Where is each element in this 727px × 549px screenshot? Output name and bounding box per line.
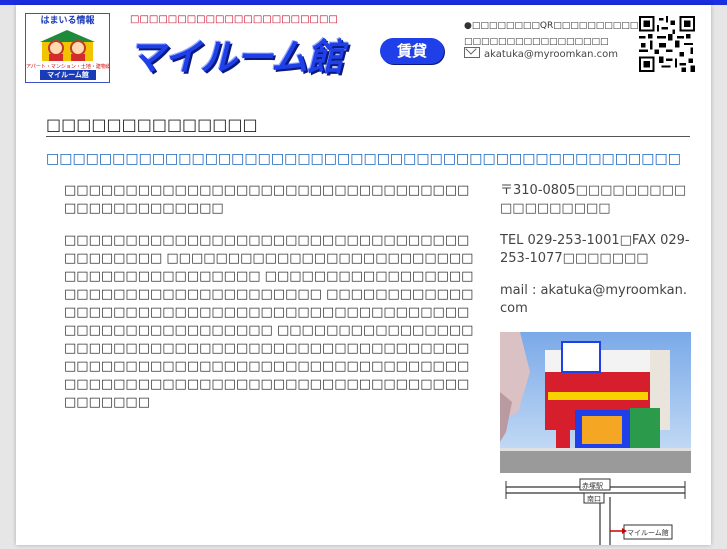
- site-title[interactable]: マイルーム館: [128, 27, 344, 81]
- logo-mascot-icon: [40, 30, 95, 61]
- header-email[interactable]: akatuka@myroomkan.com: [484, 49, 618, 60]
- sidebar-address: 〒310-0805□□□□□□□□□□□□□□□□□□: [500, 183, 687, 216]
- logo-top-text: はまいる情報: [40, 16, 95, 26]
- page-container: はまいる情報 アパート・マンション・土地・建物総合ショップ マイルーム館 □□□…: [16, 5, 711, 545]
- mail-icon: [464, 47, 480, 58]
- main-body: □□□□□□□□□□□□□□□□□□□□□□□□□□□□□□□□□□□□□□□□…: [64, 182, 474, 426]
- logo-brand: マイルーム館: [40, 70, 96, 80]
- rental-badge: 賃貸: [380, 38, 444, 64]
- sidebar-tel-fax: TEL 029-253-1001□FAX 029-253-1077□□□□□□□: [500, 233, 690, 266]
- qr-note: ●□□□□□□□□QR□□□□□□□□□□URL□□□□ □□□□□□□□□□□…: [464, 21, 691, 47]
- page-heading: □□□□□□□□□□□□□□: [46, 115, 690, 137]
- store-photo: [500, 332, 691, 473]
- sidebar: 〒310-0805□□□□□□□□□□□□□□□□□□ TEL 029-253-…: [500, 182, 692, 332]
- header-email-row[interactable]: akatuka@myroomkan.com: [464, 47, 618, 60]
- map-label-shop: マイルーム館: [627, 529, 669, 537]
- qr-code-icon: [639, 16, 695, 72]
- body-paragraph-2: □□□□□□□□□□□□□□□□□□□□□□□□□□□□□□□□□□□□□□□□…: [64, 233, 474, 410]
- sidebar-mail[interactable]: mail : akatuka@myroomkan.com: [500, 282, 692, 318]
- map-label-crossing: 赤塚駅: [582, 482, 603, 490]
- access-map: 赤塚駅 南口 マイルーム館: [500, 473, 691, 545]
- body-paragraph-1: □□□□□□□□□□□□□□□□□□□□□□□□□□□□□□□□□□□□□□□□…: [64, 183, 470, 216]
- page-subheading: □□□□□□□□□□□□□□□□□□□□□□□□□□□□□□□□□□□□□□□□…: [46, 151, 681, 167]
- header-tagline: □□□□□□□□□□□□□□□□□□□□□□: [130, 14, 338, 25]
- site-logo[interactable]: はまいる情報 アパート・マンション・土地・建物総合ショップ マイルーム館: [25, 13, 110, 83]
- map-label-exit: 南口: [587, 495, 601, 503]
- logo-tiny-text: アパート・マンション・土地・建物総合ショップ: [26, 64, 109, 70]
